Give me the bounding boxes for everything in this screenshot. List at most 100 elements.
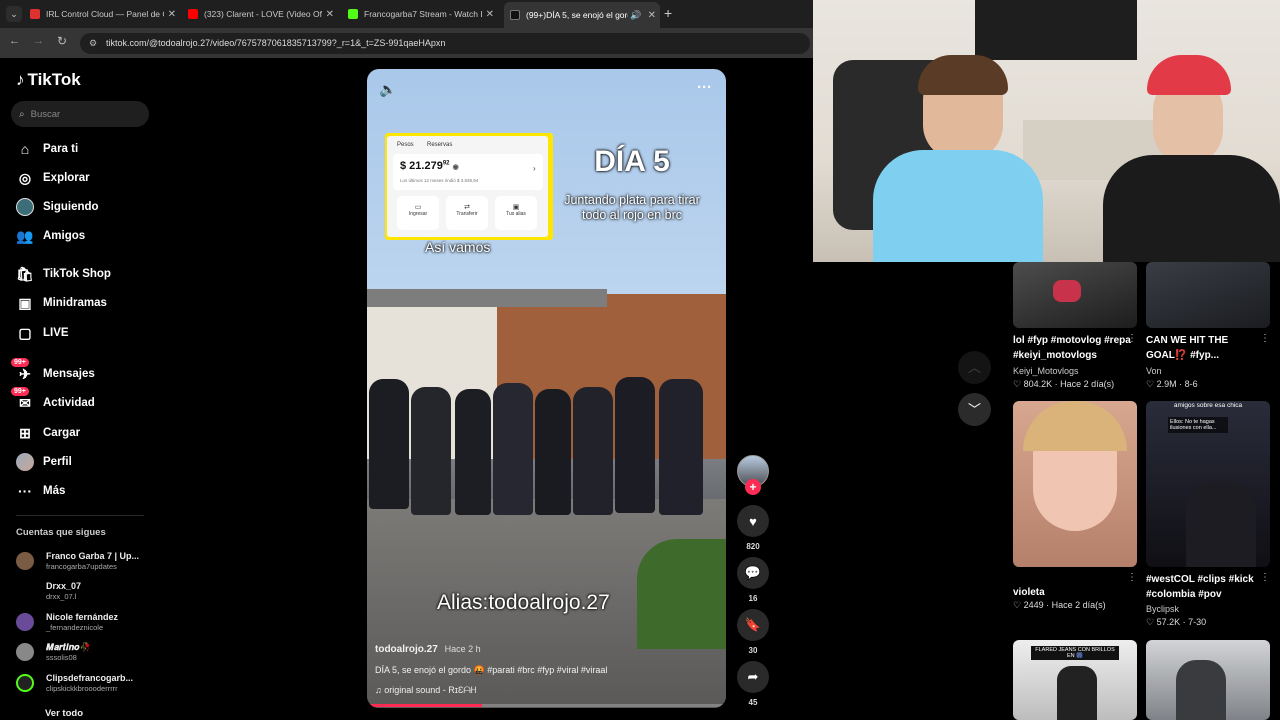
share-button[interactable]: ➦: [737, 661, 769, 693]
nav-siguiendo[interactable]: Siguiendo: [15, 196, 99, 218]
related-date: 8-6: [1184, 379, 1198, 389]
nav-perfil[interactable]: Perfil: [15, 451, 72, 473]
follow-plus-icon[interactable]: +: [745, 479, 761, 495]
tab-close-icon[interactable]: ✕: [326, 9, 334, 20]
nav-label: Actividad: [43, 397, 95, 409]
save-button[interactable]: 🔖: [737, 609, 769, 641]
browser-tab-active[interactable]: (99+)DÍA 5, se enojó el gord 🔊 ✕: [504, 2, 660, 28]
related-author[interactable]: Byclipsk: [1146, 604, 1179, 614]
url-bar[interactable]: ⚙ tiktok.com/@todoalrojo.27/video/767578…: [80, 33, 810, 54]
account-name: Franco Garba 7 | Up...: [46, 551, 140, 561]
following-section-title: Cuentas que sigues: [16, 527, 106, 538]
followed-account[interactable]: 𝑴𝒂𝒓𝒕𝒊𝒏𝒐🥀 sssolis08: [16, 638, 91, 666]
nav-mas[interactable]: ··· Más: [15, 480, 65, 502]
video-progress-track[interactable]: [367, 704, 726, 707]
youtube-icon: [188, 9, 198, 19]
nav-cargar[interactable]: ⊞ Cargar: [15, 422, 80, 444]
related-title[interactable]: lol #fyp #motovlog #repa #keiyi_motovlog…: [1013, 333, 1131, 363]
tiktok-logo-text: TikTok: [27, 70, 81, 89]
related-thumbnail[interactable]: amigos sobre esa chica Ellos: No te haga…: [1146, 401, 1270, 567]
followed-account[interactable]: Clipsdefrancogarb... clipskickkbroooderrr…: [16, 669, 133, 697]
activity-icon: ✉ 99+: [11, 387, 35, 413]
search-placeholder: Buscar: [30, 108, 61, 120]
back-icon[interactable]: ←: [9, 35, 20, 47]
save-count: 30: [748, 646, 758, 655]
webcam-person-right: [1103, 55, 1280, 262]
video-caption: DÍA 5, se enojó el gordo 🤬 #parati #brc …: [375, 665, 608, 675]
heart-outline-icon: ♡: [1013, 379, 1022, 389]
overlay-alias: Alias:todoalrojo.27: [437, 591, 610, 614]
nav-label: Minidramas: [43, 297, 107, 309]
tab-list-menu-button[interactable]: ⌄: [6, 6, 22, 22]
tab-favicon-icon: [30, 9, 40, 19]
nav-minidramas[interactable]: ▣ Minidramas: [15, 292, 107, 314]
nav-label: Para ti: [43, 143, 79, 155]
followed-account[interactable]: Franco Garba 7 | Up... francogarba7update…: [16, 547, 139, 575]
like-button[interactable]: ♥: [737, 505, 769, 537]
tiktok-logo[interactable]: ♪ TikTok: [16, 70, 81, 90]
new-tab-button[interactable]: +: [664, 5, 672, 21]
speaker-icon[interactable]: 🔊: [630, 10, 641, 21]
more-options-icon[interactable]: ···: [697, 79, 712, 96]
tab-title: IRL Control Cloud — Panel de C: [46, 9, 164, 19]
nav-amigos[interactable]: 👥 Amigos: [15, 225, 85, 247]
eye-icon: ◉: [452, 164, 459, 171]
next-video-button[interactable]: ﹀: [958, 393, 991, 426]
heart-outline-icon: ♡: [1013, 600, 1022, 610]
bank-tab-reservas: Reservas: [427, 142, 453, 148]
video-sound[interactable]: ♫ original sound - RɪƐᗩᕼ: [375, 685, 476, 696]
comment-count: 16: [748, 594, 758, 603]
site-info-icon[interactable]: ⚙: [89, 33, 97, 54]
more-options-icon[interactable]: ⋮: [1260, 572, 1270, 583]
nav-actividad[interactable]: ✉ 99+ Actividad: [11, 387, 95, 414]
tab-close-icon[interactable]: ✕: [648, 10, 656, 21]
nav-explorar[interactable]: ◎ Explorar: [15, 167, 90, 189]
related-thumbnail[interactable]: [1013, 262, 1137, 328]
nav-tiktok-shop[interactable]: 🛍 TikTok Shop: [15, 263, 111, 285]
related-title[interactable]: CAN WE HIT THE GOAL⁉️ #fyp...: [1146, 333, 1264, 363]
nav-label: Explorar: [43, 172, 90, 184]
nav-live[interactable]: ▢ LIVE: [15, 322, 69, 344]
overlay-day-title: DÍA 5: [594, 145, 670, 178]
followed-account[interactable]: Drxx_07 drxx_07.l: [16, 577, 81, 605]
see-all-link[interactable]: Ver todo: [45, 708, 83, 719]
overlay-subtitle: Juntando plata para tirar todo al rojo e…: [564, 193, 700, 222]
nav-para-ti[interactable]: ⌂ Para ti: [15, 138, 78, 160]
forward-icon[interactable]: →: [33, 35, 44, 47]
tab-close-icon[interactable]: ✕: [168, 9, 176, 20]
comment-button[interactable]: 💬: [737, 557, 769, 589]
nav-mensajes[interactable]: ✈ 99+ Mensajes: [11, 358, 95, 385]
related-thumbnail[interactable]: [1013, 401, 1137, 567]
search-input[interactable]: ⌕ Buscar: [11, 101, 149, 127]
more-options-icon[interactable]: ⋮: [1127, 572, 1137, 583]
browser-tab[interactable]: Francogarba7 Stream - Watch L ✕: [348, 4, 498, 24]
related-title[interactable]: #westCOL #clips #kick #colombia #pov: [1146, 572, 1264, 602]
related-thumbnail[interactable]: FLARED JEANS CON BRILLOS EN 🎆: [1013, 640, 1137, 720]
followed-account[interactable]: Nicole fernández _fernandeznicole: [16, 608, 118, 636]
related-stats: ♡ 57.2K · 7-30: [1146, 617, 1207, 627]
thumbnail-caption: FLARED JEANS CON BRILLOS EN 🎆: [1031, 646, 1119, 660]
video-progress-fill: [367, 704, 482, 707]
nav-label: LIVE: [43, 327, 69, 339]
video-player[interactable]: 🔈 ··· Pesos Reservas $ 21.27992 ◉ Los úl…: [367, 69, 726, 708]
related-author[interactable]: Keiyi_Motovlogs: [1013, 366, 1079, 376]
related-thumbnail[interactable]: [1146, 640, 1270, 720]
tab-close-icon[interactable]: ✕: [486, 9, 494, 20]
related-title[interactable]: violeta: [1013, 585, 1131, 600]
video-posted: Hace 2 h: [444, 644, 481, 654]
more-options-icon[interactable]: ⋮: [1127, 333, 1137, 344]
notification-badge: 99+: [11, 387, 29, 396]
more-options-icon[interactable]: ⋮: [1260, 333, 1270, 344]
browser-toolbar: ← → ↻ ⚙ tiktok.com/@todoalrojo.27/video/…: [0, 28, 813, 58]
video-author[interactable]: todoalrojo.27: [375, 644, 438, 655]
browser-tab[interactable]: (323) Clarent - LOVE (Video Ofi ✕: [188, 4, 338, 24]
related-thumbnail[interactable]: [1146, 262, 1270, 328]
related-likes: 2.9M: [1156, 379, 1177, 389]
browser-tab[interactable]: IRL Control Cloud — Panel de C ✕: [30, 4, 180, 24]
previous-video-button[interactable]: ︿: [958, 351, 991, 384]
volume-icon[interactable]: 🔈: [379, 81, 396, 98]
upload-icon: ⊞: [19, 424, 31, 441]
related-author[interactable]: Von: [1146, 366, 1162, 376]
compass-icon: ◎: [18, 169, 32, 186]
reload-icon[interactable]: ↻: [57, 34, 67, 48]
